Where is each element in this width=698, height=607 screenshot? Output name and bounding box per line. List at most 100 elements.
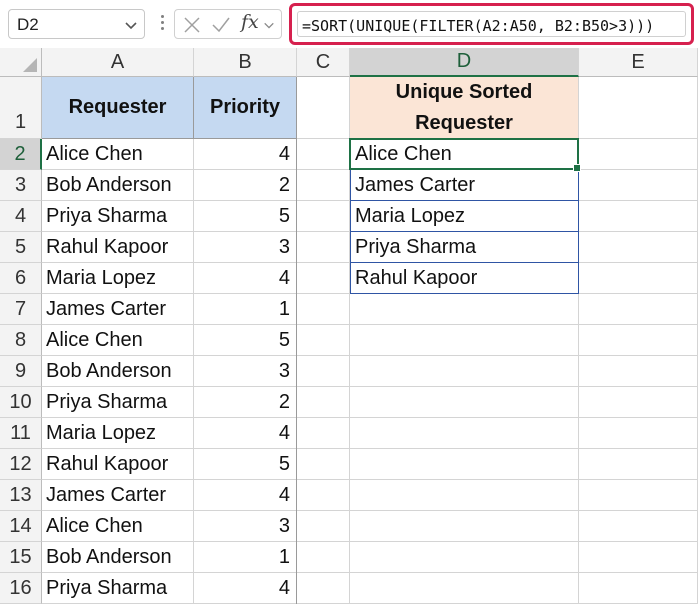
- cell-c13[interactable]: [297, 480, 350, 511]
- row-header-9[interactable]: 9: [0, 356, 42, 387]
- cell-e6[interactable]: [579, 263, 698, 294]
- cell-a10[interactable]: Priya Sharma: [42, 387, 194, 418]
- cell-b9[interactable]: 3: [194, 356, 297, 387]
- row-header-3[interactable]: 3: [0, 170, 42, 201]
- cell-c2[interactable]: [297, 139, 350, 170]
- cell-d7[interactable]: [350, 294, 579, 325]
- header-priority[interactable]: Priority: [194, 77, 297, 139]
- cell-e4[interactable]: [579, 201, 698, 232]
- cell-e9[interactable]: [579, 356, 698, 387]
- cell-e10[interactable]: [579, 387, 698, 418]
- cell-b13[interactable]: 4: [194, 480, 297, 511]
- cell-d12[interactable]: [350, 449, 579, 480]
- insert-function-icon[interactable]: fx: [241, 11, 259, 33]
- cell-e3[interactable]: [579, 170, 698, 201]
- column-header-b[interactable]: B: [194, 48, 297, 77]
- cell-c1[interactable]: [297, 77, 350, 139]
- column-header-d[interactable]: D: [350, 48, 579, 77]
- cell-e7[interactable]: [579, 294, 698, 325]
- cell-c6[interactable]: [297, 263, 350, 294]
- cell-c15[interactable]: [297, 542, 350, 573]
- column-header-c[interactable]: C: [297, 48, 350, 77]
- row-header-14[interactable]: 14: [0, 511, 42, 542]
- cell-b4[interactable]: 5: [194, 201, 297, 232]
- column-header-e[interactable]: E: [579, 48, 698, 77]
- cell-e8[interactable]: [579, 325, 698, 356]
- row-header-15[interactable]: 15: [0, 542, 42, 573]
- cell-c9[interactable]: [297, 356, 350, 387]
- cell-a14[interactable]: Alice Chen: [42, 511, 194, 542]
- cell-b12[interactable]: 5: [194, 449, 297, 480]
- cancel-icon[interactable]: [183, 16, 201, 34]
- cell-b16[interactable]: 4: [194, 573, 297, 604]
- cell-a7[interactable]: James Carter: [42, 294, 194, 325]
- cell-e13[interactable]: [579, 480, 698, 511]
- result-cell-3[interactable]: Maria Lopez: [350, 201, 579, 232]
- cell-b11[interactable]: 4: [194, 418, 297, 449]
- cell-c7[interactable]: [297, 294, 350, 325]
- column-header-a[interactable]: A: [42, 48, 194, 77]
- cell-a2[interactable]: Alice Chen: [42, 139, 194, 170]
- cell-a5[interactable]: Rahul Kapoor: [42, 232, 194, 263]
- result-cell-1[interactable]: Alice Chen: [350, 139, 579, 170]
- cell-a13[interactable]: James Carter: [42, 480, 194, 511]
- row-header-5[interactable]: 5: [0, 232, 42, 263]
- cell-e16[interactable]: [579, 573, 698, 604]
- cell-d15[interactable]: [350, 542, 579, 573]
- cell-e2[interactable]: [579, 139, 698, 170]
- cell-d16[interactable]: [350, 573, 579, 604]
- cell-b6[interactable]: 4: [194, 263, 297, 294]
- cell-a9[interactable]: Bob Anderson: [42, 356, 194, 387]
- cell-d11[interactable]: [350, 418, 579, 449]
- row-header-10[interactable]: 10: [0, 387, 42, 418]
- cell-d13[interactable]: [350, 480, 579, 511]
- cell-a16[interactable]: Priya Sharma: [42, 573, 194, 604]
- header-unique-sorted[interactable]: Unique Sorted Requester: [350, 77, 579, 139]
- chevron-down-icon[interactable]: [124, 18, 138, 32]
- result-cell-4[interactable]: Priya Sharma: [350, 232, 579, 263]
- cell-b5[interactable]: 3: [194, 232, 297, 263]
- cell-e11[interactable]: [579, 418, 698, 449]
- row-header-4[interactable]: 4: [0, 201, 42, 232]
- cell-d10[interactable]: [350, 387, 579, 418]
- cell-a6[interactable]: Maria Lopez: [42, 263, 194, 294]
- cell-b8[interactable]: 5: [194, 325, 297, 356]
- cell-b2[interactable]: 4: [194, 139, 297, 170]
- cell-a3[interactable]: Bob Anderson: [42, 170, 194, 201]
- chevron-down-icon[interactable]: [263, 19, 275, 31]
- cell-e14[interactable]: [579, 511, 698, 542]
- cell-b3[interactable]: 2: [194, 170, 297, 201]
- name-box[interactable]: D2: [8, 9, 145, 39]
- row-header-7[interactable]: 7: [0, 294, 42, 325]
- cell-b14[interactable]: 3: [194, 511, 297, 542]
- cell-c14[interactable]: [297, 511, 350, 542]
- select-all-button[interactable]: [0, 48, 42, 77]
- cell-a15[interactable]: Bob Anderson: [42, 542, 194, 573]
- row-header-8[interactable]: 8: [0, 325, 42, 356]
- row-header-6[interactable]: 6: [0, 263, 42, 294]
- row-header-16[interactable]: 16: [0, 573, 42, 604]
- cell-a4[interactable]: Priya Sharma: [42, 201, 194, 232]
- cell-b7[interactable]: 1: [194, 294, 297, 325]
- cell-c8[interactable]: [297, 325, 350, 356]
- cell-c4[interactable]: [297, 201, 350, 232]
- cell-a11[interactable]: Maria Lopez: [42, 418, 194, 449]
- resize-handle-icon[interactable]: [161, 15, 164, 33]
- cell-a12[interactable]: Rahul Kapoor: [42, 449, 194, 480]
- formula-input[interactable]: =SORT(UNIQUE(FILTER(A2:A50, B2:B50>3))): [297, 11, 686, 37]
- cell-e1[interactable]: [579, 77, 698, 139]
- cell-b10[interactable]: 2: [194, 387, 297, 418]
- row-header-1[interactable]: 1: [0, 77, 42, 139]
- cell-d9[interactable]: [350, 356, 579, 387]
- result-cell-5[interactable]: Rahul Kapoor: [350, 263, 579, 294]
- row-header-13[interactable]: 13: [0, 480, 42, 511]
- row-header-12[interactable]: 12: [0, 449, 42, 480]
- result-cell-2[interactable]: James Carter: [350, 170, 579, 201]
- cell-c10[interactable]: [297, 387, 350, 418]
- cell-c16[interactable]: [297, 573, 350, 604]
- cell-b15[interactable]: 1: [194, 542, 297, 573]
- cell-e15[interactable]: [579, 542, 698, 573]
- confirm-icon[interactable]: [211, 16, 231, 34]
- cell-d14[interactable]: [350, 511, 579, 542]
- row-header-2[interactable]: 2: [0, 139, 42, 170]
